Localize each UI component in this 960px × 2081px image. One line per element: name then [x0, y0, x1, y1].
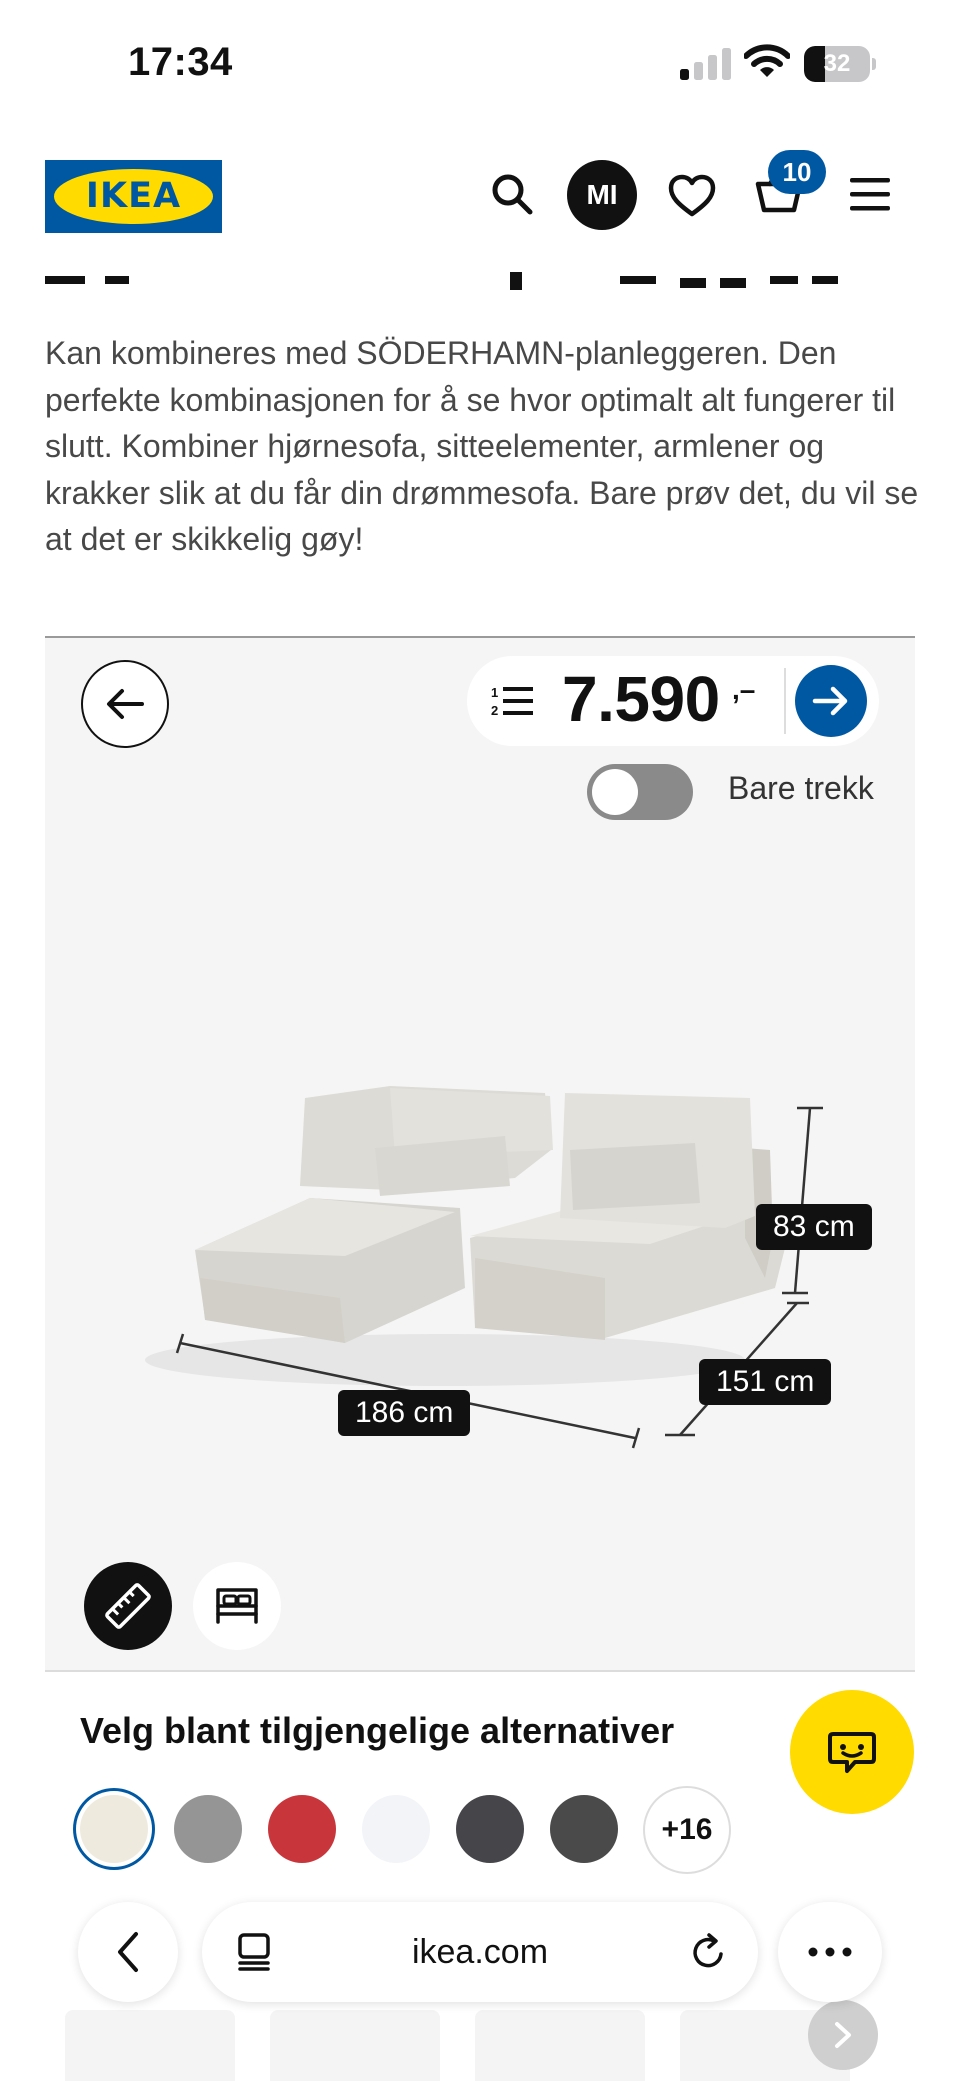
- depth-dimension: 151 cm: [699, 1359, 832, 1405]
- search-icon[interactable]: [490, 172, 536, 218]
- ikea-logo[interactable]: IKEA: [45, 160, 222, 233]
- section-divider: [45, 1670, 915, 1672]
- color-swatch[interactable]: [456, 1795, 524, 1863]
- browser-back-button[interactable]: [78, 1902, 178, 2002]
- wifi-icon: [744, 44, 790, 77]
- color-swatch[interactable]: [80, 1795, 148, 1863]
- more-dots-icon: [808, 1947, 852, 1957]
- chat-button[interactable]: [790, 1690, 914, 1814]
- status-time: 17:34: [128, 40, 233, 84]
- battery-level: 32: [823, 50, 851, 77]
- cellular-signal-icon: [680, 48, 731, 80]
- measure-tool-button[interactable]: [84, 1562, 172, 1650]
- sofa-3d-preview[interactable]: [45, 638, 915, 1670]
- sofa-planner: 1 2 7.590 ,– Bare trekk 83 cm 151 cm 186…: [45, 638, 915, 1670]
- browser-more-button[interactable]: [778, 1902, 882, 2002]
- url-text: ikea.com: [411, 1933, 549, 1971]
- heart-icon[interactable]: [668, 174, 716, 218]
- chevron-right-icon: [835, 2022, 851, 2048]
- more-colors-button[interactable]: +16: [643, 1786, 731, 1874]
- color-swatch[interactable]: [550, 1795, 618, 1863]
- width-dimension: 186 cm: [338, 1390, 471, 1436]
- height-dimension: 83 cm: [756, 1204, 872, 1250]
- scrolled-heading-fragment: [0, 240, 960, 290]
- chevron-left-icon: [118, 1932, 138, 1972]
- thumbnail-next-button[interactable]: [808, 2000, 878, 2070]
- chat-icon: [828, 1732, 876, 1773]
- logo-text: IKEA: [85, 176, 182, 216]
- ruler-icon: [105, 1583, 151, 1629]
- color-swatch[interactable]: [362, 1795, 430, 1863]
- color-swatch[interactable]: [268, 1795, 336, 1863]
- account-avatar[interactable]: MI: [567, 160, 637, 230]
- cart-count-badge: 10: [768, 150, 826, 194]
- reload-icon[interactable]: [688, 1932, 728, 1972]
- address-bar[interactable]: ikea.com: [202, 1902, 758, 2002]
- color-swatch[interactable]: [174, 1795, 242, 1863]
- room-view-button[interactable]: [193, 1562, 281, 1650]
- alternatives-title: Velg blant tilgjengelige alternativer: [80, 1710, 675, 1751]
- thumbnail-strip: [45, 1990, 915, 2081]
- battery-icon: 32: [804, 46, 876, 82]
- hamburger-menu-icon[interactable]: [850, 178, 890, 212]
- product-description: Kan kombineres med SÖDERHAMN-planleggere…: [45, 335, 919, 557]
- bed-icon: [216, 1588, 258, 1624]
